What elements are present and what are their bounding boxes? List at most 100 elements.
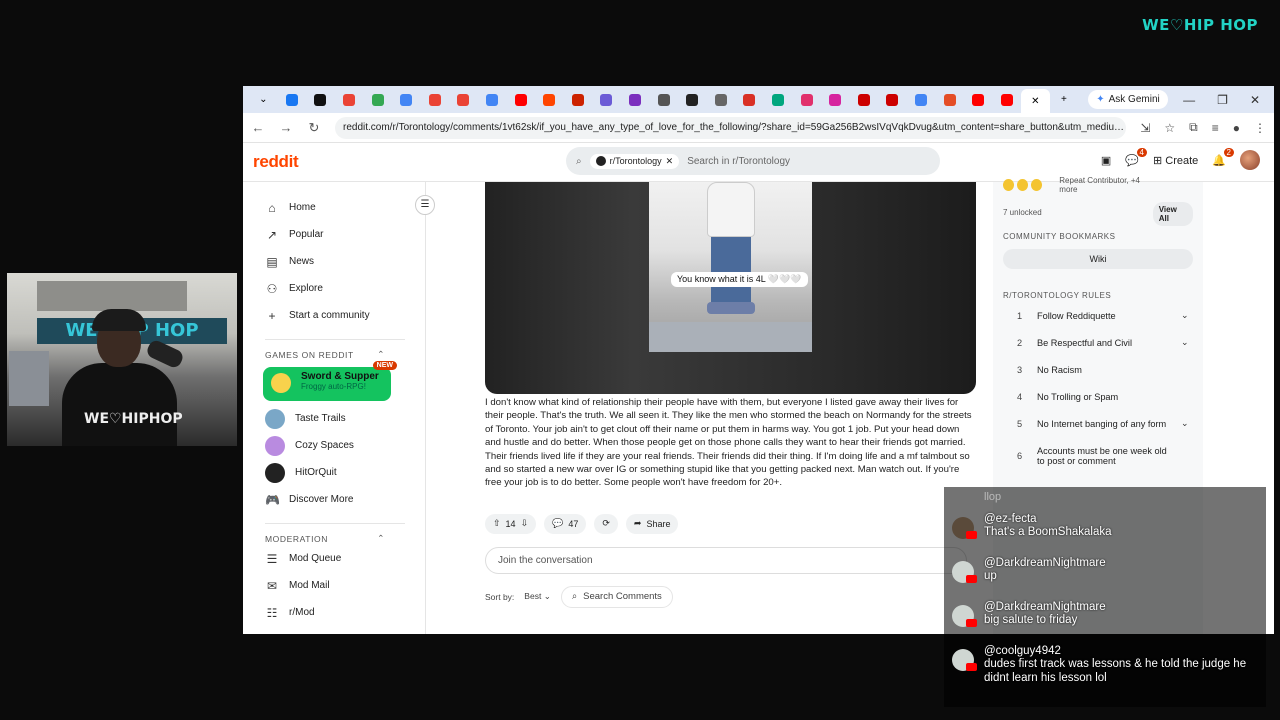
games-section-header[interactable]: GAMES ON REDDIT ⌃ [265, 339, 405, 361]
sidebar-item-mod-queue[interactable]: ☰ Mod Queue [265, 545, 425, 572]
vote-buttons: ⇧ 14 ⇩ [485, 513, 537, 534]
post-media[interactable]: You know what it is 4L 🤍🤍🤍 [485, 182, 976, 394]
install-icon[interactable]: ⇲ [1140, 121, 1150, 135]
extensions-icon[interactable]: ⧉ [1189, 120, 1198, 135]
sidebar-item-r-mod[interactable]: ☷ r/Mod [265, 599, 425, 626]
reddit-logo[interactable]: reddit [253, 152, 299, 172]
rule-item[interactable]: 3 No Racism [1003, 356, 1193, 383]
upvote-icon[interactable]: ⇧ [493, 518, 501, 529]
sidebar-item-home[interactable]: ⌂ Home [265, 194, 425, 221]
browser-tab[interactable] [564, 90, 593, 110]
avatar[interactable] [1240, 150, 1260, 170]
ask-gemini-button[interactable]: ✦ Ask Gemini [1088, 90, 1168, 109]
collapse-sidebar-button[interactable]: ☰ [415, 195, 435, 215]
sidebar-item-start-community[interactable]: + Start a community [265, 302, 425, 329]
profile-icon[interactable]: ● [1233, 121, 1240, 135]
browser-tab[interactable] [421, 90, 450, 110]
games-heading: GAMES ON REDDIT [265, 349, 354, 360]
sidebar-item-explore[interactable]: ⚇ Explore [265, 275, 425, 302]
sidebar-game-cozy-spaces[interactable]: Cozy Spaces [265, 432, 425, 459]
view-all-button[interactable]: View All [1152, 202, 1193, 226]
search-comments-input[interactable]: ⌕ Search Comments [560, 585, 673, 608]
badge-icon [1017, 179, 1029, 191]
sidebar-item-label: Popular [289, 229, 324, 240]
downvote-icon[interactable]: ⇩ [521, 518, 529, 529]
new-tab-button[interactable]: + [1050, 90, 1079, 110]
active-tab[interactable]: ✕ [1021, 89, 1050, 113]
browser-tab[interactable] [735, 90, 764, 110]
browser-tab[interactable] [992, 90, 1021, 110]
share-button[interactable]: ➦ Share [625, 513, 679, 534]
browser-tab[interactable] [935, 90, 964, 110]
comments-button[interactable]: 💬 47 [544, 513, 587, 534]
comment-input[interactable]: Join the conversation [485, 546, 967, 574]
search-input[interactable]: ⌕ r/Torontology ✕ Search in r/Torontology [566, 147, 940, 175]
close-icon[interactable]: ✕ [1031, 96, 1039, 107]
tab-list-button[interactable]: ⌄ [249, 90, 278, 110]
bookmark-star-icon[interactable]: ☆ [1164, 121, 1175, 135]
url-field[interactable]: reddit.com/r/Torontology/comments/1vt62s… [335, 116, 1127, 139]
rule-item[interactable]: 5 No Internet banging of any form ⌄ [1003, 410, 1193, 437]
plus-icon: + [268, 308, 276, 323]
browser-tab[interactable] [335, 90, 364, 110]
browser-tab[interactable] [821, 90, 850, 110]
browser-tab[interactable] [306, 90, 335, 110]
chat-button[interactable]: 💬 4 [1125, 147, 1147, 167]
browser-tab[interactable] [449, 90, 478, 110]
minimize-icon[interactable]: — [1183, 93, 1195, 107]
notifications-button[interactable]: 🔔 2 [1212, 147, 1234, 167]
browser-tab[interactable] [678, 90, 707, 110]
browser-tab[interactable] [792, 90, 821, 110]
browser-tab[interactable] [506, 90, 535, 110]
reload-icon[interactable]: ↻ [307, 120, 321, 136]
wiki-button[interactable]: Wiki [1003, 249, 1193, 269]
maximize-icon[interactable]: ❐ [1217, 93, 1228, 107]
sidebar-item-popular[interactable]: ↗ Popular [265, 221, 425, 248]
forward-icon[interactable]: → [279, 120, 293, 135]
sidebar-discover-more[interactable]: 🎮 Discover More [265, 486, 425, 513]
browser-tab[interactable] [707, 90, 736, 110]
rule-number: 5 [1017, 418, 1023, 429]
browser-tab[interactable] [849, 90, 878, 110]
menu-icon[interactable]: ⋮ [1254, 121, 1266, 135]
create-button[interactable]: ⊞ Create [1153, 154, 1198, 167]
rule-item[interactable]: 6 Accounts must be one week old to post o… [1003, 437, 1193, 475]
browser-tab[interactable] [907, 90, 936, 110]
favicon-icon [943, 93, 956, 106]
browser-tab[interactable] [764, 90, 793, 110]
rule-text: Follow Reddiquette [1037, 310, 1116, 321]
plus-icon: + [1061, 94, 1067, 105]
moderation-section-header[interactable]: MODERATION ⌃ [265, 523, 405, 545]
rule-item[interactable]: 1 Follow Reddiquette ⌄ [1003, 302, 1193, 329]
rule-number: 4 [1017, 391, 1023, 402]
sidebar-item-label: Home [289, 202, 316, 213]
back-icon[interactable]: ← [251, 120, 265, 135]
close-icon[interactable]: ✕ [666, 156, 674, 167]
browser-tab[interactable] [363, 90, 392, 110]
advertise-icon[interactable]: ▣ [1101, 154, 1111, 167]
browser-tab[interactable] [964, 90, 993, 110]
sword-and-supper-card[interactable]: Sword & Supper Froggy auto-RPG! NEW [263, 361, 397, 401]
close-window-icon[interactable]: ✕ [1250, 93, 1260, 107]
browser-tab[interactable] [621, 90, 650, 110]
browser-tab[interactable] [392, 90, 421, 110]
rule-item[interactable]: 4 No Trolling or Spam [1003, 383, 1193, 410]
browser-tab[interactable] [278, 90, 307, 110]
browser-tab[interactable] [535, 90, 564, 110]
crosspost-button[interactable]: ⟳ [594, 513, 618, 534]
browser-tab[interactable] [592, 90, 621, 110]
subreddit-chip[interactable]: r/Torontology ✕ [589, 153, 680, 169]
sort-dropdown[interactable]: Best ⌄ [524, 591, 551, 602]
sidebar-item-mod-mail[interactable]: ✉ Mod Mail [265, 572, 425, 599]
browser-tab[interactable] [878, 90, 907, 110]
sidebar-item-label: Cozy Spaces [295, 440, 354, 451]
sidebar-game-taste-trails[interactable]: Taste Trails [265, 405, 425, 432]
rule-item[interactable]: 2 Be Respectful and Civil ⌄ [1003, 329, 1193, 356]
browser-tab[interactable] [649, 90, 678, 110]
media-icon[interactable]: ≡ [1212, 121, 1219, 135]
sidebar-game-hitorquit[interactable]: HitOrQuit [265, 459, 425, 486]
browser-tab[interactable] [478, 90, 507, 110]
header-actions: ▣ 💬 4 ⊞ Create 🔔 2 [1101, 147, 1260, 170]
sidebar-item-news[interactable]: ▤ News [265, 248, 425, 275]
rule-text: No Racism [1037, 364, 1082, 375]
